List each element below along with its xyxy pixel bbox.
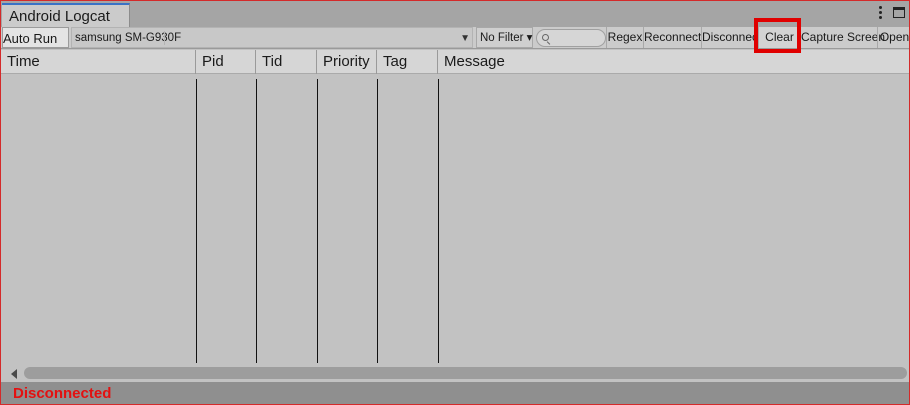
search-box[interactable] xyxy=(536,29,606,47)
reconnect-button[interactable]: Reconnect xyxy=(643,27,701,48)
search-input[interactable] xyxy=(551,31,601,45)
toolbar: Auto Run samsung SM-G930F ▼ No Filter ▾ … xyxy=(1,27,909,49)
device-divider xyxy=(164,31,165,45)
disconnect-button[interactable]: Disconnect xyxy=(701,27,761,48)
kebab-menu-icon[interactable] xyxy=(877,6,883,20)
capture-screen-button[interactable]: Capture Screen xyxy=(800,27,885,48)
column-header-message[interactable]: Message xyxy=(438,50,909,74)
horizontal-scrollbar[interactable] xyxy=(1,364,909,383)
clear-button[interactable]: Clear xyxy=(758,27,800,48)
log-table-header: Time Pid Tid Priority Tag Message xyxy=(1,50,909,74)
open-button[interactable]: Open xyxy=(877,27,909,48)
device-selected-value: samsung SM-G930F xyxy=(75,32,182,44)
tab-android-logcat[interactable]: Android Logcat xyxy=(2,3,130,27)
column-divider xyxy=(438,79,439,363)
search-icon xyxy=(542,34,549,41)
filter-dropdown[interactable]: No Filter ▾ xyxy=(476,27,533,48)
column-divider xyxy=(377,79,378,363)
column-divider xyxy=(317,79,318,363)
tab-strip: Android Logcat xyxy=(1,1,909,27)
logcat-window: Android Logcat Auto Run samsung SM-G930F… xyxy=(0,0,910,405)
scrollbar-thumb[interactable] xyxy=(24,367,907,379)
window-title: Android Logcat xyxy=(9,8,110,25)
column-header-tag[interactable]: Tag xyxy=(377,50,438,74)
status-bar: Disconnected xyxy=(1,382,909,404)
column-divider xyxy=(256,79,257,363)
auto-run-toggle[interactable]: Auto Run xyxy=(2,27,69,48)
scroll-left-icon[interactable] xyxy=(11,369,17,379)
column-header-priority[interactable]: Priority xyxy=(317,50,377,74)
device-dropdown[interactable]: samsung SM-G930F ▼ xyxy=(71,27,473,48)
regex-button[interactable]: Regex xyxy=(606,27,643,48)
column-divider xyxy=(196,79,197,363)
log-table-body[interactable] xyxy=(1,75,909,363)
maximize-icon[interactable] xyxy=(893,7,905,18)
column-header-pid[interactable]: Pid xyxy=(196,50,256,74)
connection-status: Disconnected xyxy=(13,385,112,402)
column-header-time[interactable]: Time xyxy=(1,50,196,74)
column-header-tid[interactable]: Tid xyxy=(256,50,317,74)
dropdown-caret-icon: ▼ xyxy=(460,33,470,44)
